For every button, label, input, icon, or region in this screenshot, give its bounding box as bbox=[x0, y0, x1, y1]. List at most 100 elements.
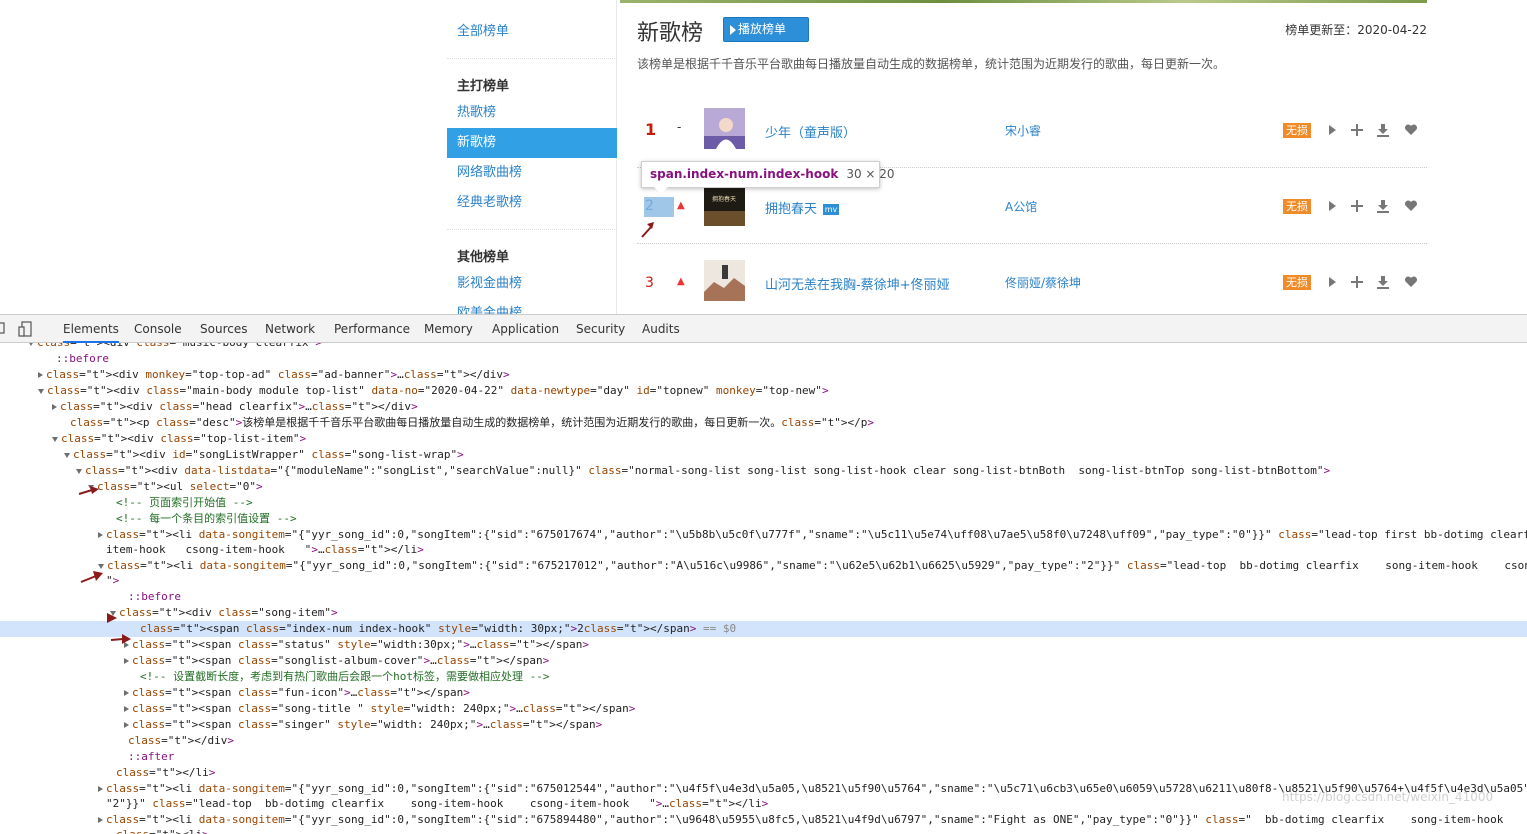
expand-right-icon[interactable] bbox=[98, 786, 103, 792]
dom-tree-line[interactable]: class="t"><span class="fun-icon">…class=… bbox=[0, 685, 1527, 701]
dom-tree-line[interactable]: "> bbox=[0, 573, 1527, 589]
mv-badge-icon[interactable]: mv bbox=[823, 204, 840, 215]
song-singer[interactable]: 佟丽娅/蔡徐坤 bbox=[1005, 274, 1081, 291]
dom-tree-line[interactable]: <!-- 设置截断长度，考虑到有热门歌曲后会跟一个hot标签，需要做相应处理 -… bbox=[0, 669, 1527, 685]
album-cover[interactable] bbox=[704, 260, 745, 301]
play-icon[interactable] bbox=[1325, 123, 1339, 137]
sidebar-item-classic[interactable]: 经典老歌榜 bbox=[447, 188, 617, 218]
dom-tree-line[interactable]: ::before bbox=[0, 351, 1527, 367]
dom-tree-line[interactable]: class="t"><div data-listdata="{"moduleNa… bbox=[0, 463, 1527, 479]
dom-tree-line[interactable]: class="t"><div id="songListWrapper" clas… bbox=[0, 447, 1527, 463]
tab-memory[interactable]: Memory bbox=[424, 315, 473, 343]
song-singer[interactable]: A公馆 bbox=[1005, 198, 1037, 215]
expand-down-icon[interactable] bbox=[28, 343, 34, 346]
tooltip-selector: span.index-num.index-hook bbox=[650, 167, 839, 181]
play-icon bbox=[730, 25, 736, 35]
expand-right-icon[interactable] bbox=[98, 817, 103, 823]
update-date: 榜单更新至：2020-04-22 bbox=[1285, 23, 1427, 37]
dom-tree-line[interactable]: class="t"><div class="head clearfix">…cl… bbox=[0, 399, 1527, 415]
tab-security[interactable]: Security bbox=[576, 315, 625, 343]
dom-tree-line[interactable]: class="t"></div> bbox=[0, 733, 1527, 749]
play-icon[interactable] bbox=[1325, 199, 1339, 213]
expand-right-icon[interactable] bbox=[98, 532, 103, 538]
dom-tree-line[interactable]: class="t"></li> bbox=[0, 765, 1527, 781]
dom-tree-line[interactable]: class="t"><span class="index-num index-h… bbox=[0, 621, 1527, 637]
dom-tree-line[interactable]: <!-- 每一个条目的索引值设置 --> bbox=[0, 511, 1527, 527]
expand-right-icon[interactable] bbox=[124, 690, 129, 696]
expand-right-icon[interactable] bbox=[52, 404, 57, 410]
dom-tree-text: class="t"><span class="singer" style="wi… bbox=[132, 718, 603, 731]
song-index: 1 bbox=[645, 120, 657, 139]
favorite-icon[interactable] bbox=[1404, 199, 1418, 213]
song-singer[interactable]: 宋小睿 bbox=[1005, 122, 1041, 139]
tab-elements[interactable]: Elements bbox=[63, 315, 119, 343]
dom-tree-line[interactable]: class="t"><div class="song-item"> bbox=[0, 605, 1527, 621]
tab-sources[interactable]: Sources bbox=[200, 315, 247, 343]
expand-down-icon[interactable] bbox=[76, 468, 82, 474]
expand-down-icon[interactable] bbox=[52, 436, 58, 442]
tab-application[interactable]: Application bbox=[492, 315, 559, 343]
dom-tree-line[interactable]: class="t"><li data-songitem="{"yyr_song_… bbox=[0, 812, 1527, 828]
dom-tree-text: class="t"><li data-songitem="{"yyr_song_… bbox=[107, 559, 1527, 572]
device-toolbar-icon[interactable] bbox=[18, 321, 34, 337]
tab-audits[interactable]: Audits bbox=[642, 315, 680, 343]
song-row[interactable]: 1 - 少年（童声版） 宋小睿 无损 bbox=[637, 92, 1427, 168]
dom-tree-line[interactable]: class="t"><div monkey="top-top-ad" class… bbox=[0, 367, 1527, 383]
tab-network[interactable]: Network bbox=[265, 315, 315, 343]
play-list-button[interactable]: 播放榜单 bbox=[723, 17, 809, 42]
dom-tree-line[interactable]: class="t"><span class="singer" style="wi… bbox=[0, 717, 1527, 733]
expand-right-icon[interactable] bbox=[124, 658, 129, 664]
sidebar-section-other: 其他榜单 bbox=[457, 250, 510, 265]
play-icon[interactable] bbox=[1325, 275, 1339, 289]
dom-tree-line[interactable]: class="t"><div class="main-body module t… bbox=[0, 383, 1527, 399]
tab-performance[interactable]: Performance bbox=[334, 315, 410, 343]
page-title: 新歌榜 bbox=[637, 21, 704, 46]
inspect-element-icon[interactable] bbox=[0, 321, 6, 337]
song-title[interactable]: 拥抱春天 mv bbox=[765, 198, 840, 217]
sidebar-item-new[interactable]: 新歌榜 bbox=[447, 128, 617, 158]
elements-tree[interactable]: class="t"><div class="music-body clearfi… bbox=[0, 343, 1527, 834]
dom-tree-line[interactable]: class="t"><li> bbox=[0, 827, 1527, 834]
expand-down-icon[interactable] bbox=[38, 388, 44, 394]
annotation-arrow-icon bbox=[80, 571, 103, 583]
download-icon[interactable] bbox=[1376, 275, 1390, 289]
expand-right-icon[interactable] bbox=[124, 706, 129, 712]
favorite-icon[interactable] bbox=[1404, 123, 1418, 137]
download-icon[interactable] bbox=[1376, 199, 1390, 213]
favorite-icon[interactable] bbox=[1404, 275, 1418, 289]
download-icon[interactable] bbox=[1376, 123, 1390, 137]
dom-tree-line[interactable]: ::after bbox=[0, 749, 1527, 765]
dom-tree-line[interactable]: <!-- 页面索引开始值 --> bbox=[0, 495, 1527, 511]
add-icon[interactable] bbox=[1350, 123, 1364, 137]
song-title[interactable]: 山河无恙在我胸-蔡徐坤+佟丽娅 bbox=[765, 274, 950, 293]
expand-right-icon[interactable] bbox=[124, 722, 129, 728]
add-icon[interactable] bbox=[1350, 199, 1364, 213]
sidebar-item-all-lists[interactable]: 全部榜单 bbox=[447, 17, 617, 47]
dom-tree-line[interactable]: class="t"><div class="music-body clearfi… bbox=[0, 343, 1527, 351]
sidebar-item-network[interactable]: 网络歌曲榜 bbox=[447, 158, 617, 188]
dom-tree-line[interactable]: class="t"><span class="status" style="wi… bbox=[0, 637, 1527, 653]
sidebar-item-hot[interactable]: 热歌榜 bbox=[447, 98, 617, 128]
dom-tree-line[interactable]: class="t"><span class="song-title " styl… bbox=[0, 701, 1527, 717]
expand-right-icon[interactable] bbox=[38, 372, 43, 378]
dom-tree-text: class="t"><div class="song-item"> bbox=[119, 606, 338, 619]
album-cover[interactable] bbox=[704, 108, 745, 149]
tab-console[interactable]: Console bbox=[134, 315, 182, 343]
dom-tree-line[interactable]: ::before bbox=[0, 589, 1527, 605]
dom-tree-line[interactable]: class="t"><span class="songlist-album-co… bbox=[0, 653, 1527, 669]
dom-tree-line[interactable]: class="t"><p class="desc">该榜单是根据千千音乐平台歌曲… bbox=[0, 415, 1527, 431]
expand-down-icon[interactable] bbox=[98, 563, 104, 569]
album-cover[interactable]: 拥抱春天 bbox=[704, 185, 745, 226]
dom-tree-line[interactable]: class="t"><li data-songitem="{"yyr_song_… bbox=[0, 558, 1527, 574]
song-row[interactable]: 3 ▲ 山河无恙在我胸-蔡徐坤+佟丽娅 佟丽娅/蔡徐坤 无损 bbox=[637, 244, 1427, 314]
dom-tree-line[interactable]: class="t"><div class="top-list-item"> bbox=[0, 431, 1527, 447]
song-title[interactable]: 少年（童声版） bbox=[765, 122, 856, 141]
dom-tree-text: <!-- 每一个条目的索引值设置 --> bbox=[116, 512, 297, 525]
expand-down-icon[interactable] bbox=[64, 452, 70, 458]
sidebar-item-western[interactable]: 欧美金曲榜 bbox=[447, 299, 617, 314]
sidebar-item-film[interactable]: 影视金曲榜 bbox=[447, 269, 617, 299]
dom-tree-line[interactable]: class="t"><li data-songitem="{"yyr_song_… bbox=[0, 527, 1527, 543]
dom-tree-line[interactable]: class="t"><ul select="0"> bbox=[0, 479, 1527, 495]
dom-tree-line[interactable]: item-hook csong-item-hook ">…class="t"><… bbox=[0, 542, 1527, 558]
add-icon[interactable] bbox=[1350, 275, 1364, 289]
